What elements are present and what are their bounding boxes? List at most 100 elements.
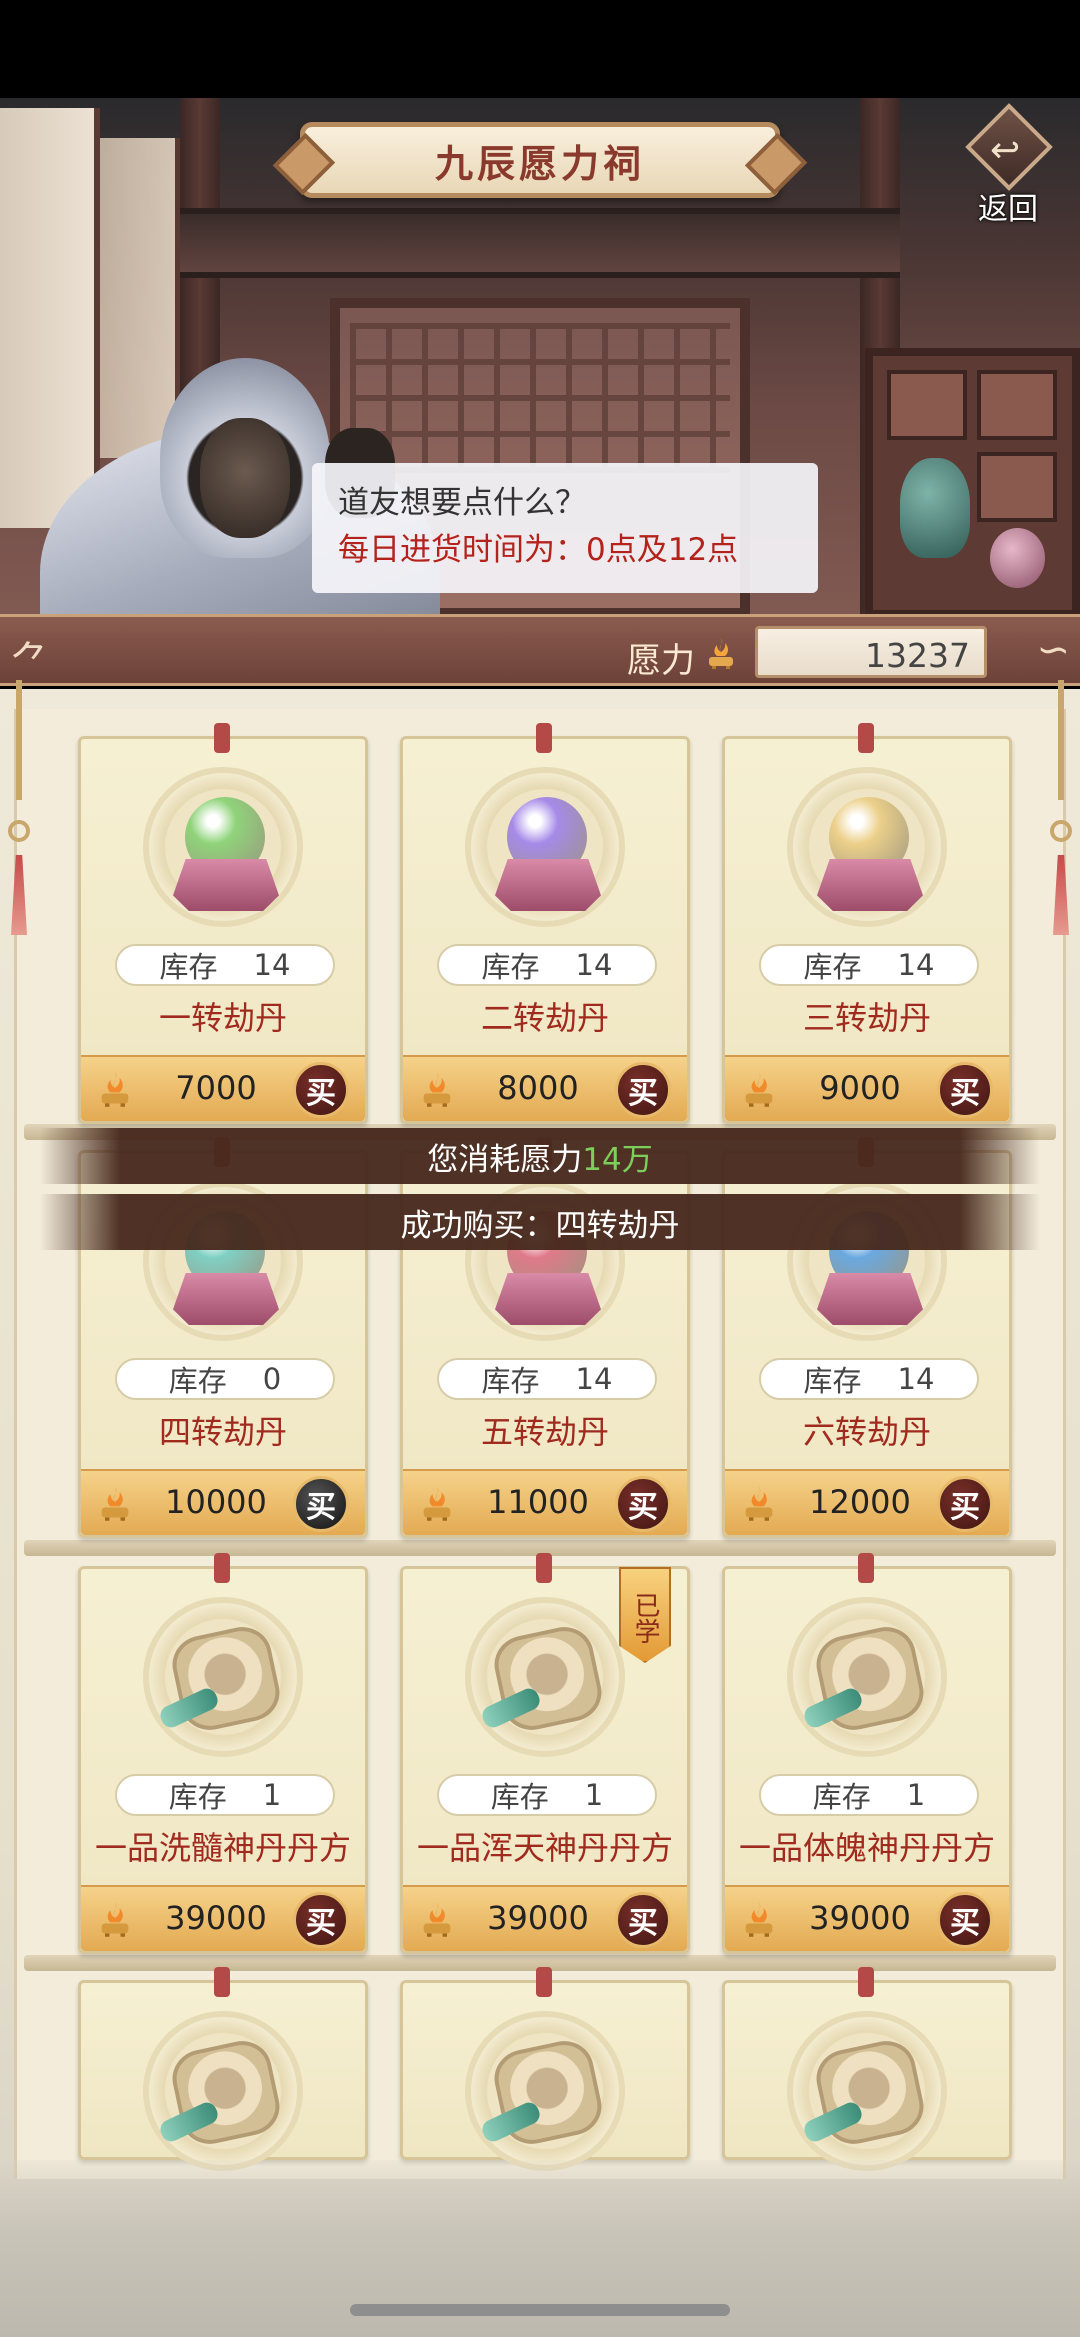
item-name: 六转劫丹 <box>802 1413 931 1451</box>
back-button[interactable]: ↩ 返回 <box>960 103 1070 227</box>
item-price: 39000 <box>165 1899 267 1937</box>
stock-label: 库存 <box>168 1364 227 1398</box>
orb-stand-icon <box>495 1273 601 1325</box>
orb-stand-icon <box>817 859 923 911</box>
card-pin <box>858 723 874 753</box>
buy-button[interactable]: 买 <box>937 1476 993 1532</box>
incense-burner-icon <box>101 1902 129 1937</box>
consume-amount: 14万 <box>582 1141 653 1178</box>
display-shelf <box>865 348 1080 618</box>
buy-button[interactable]: 买 <box>615 1062 671 1118</box>
item-card-partial[interactable] <box>78 1967 368 2171</box>
item-price: 39000 <box>809 1899 911 1937</box>
item-card[interactable]: 库存 1 一品洗髓神丹丹方 39000 买 <box>78 1553 368 1954</box>
stock-count: 1 <box>906 1778 926 1812</box>
title-banner: 九辰愿力祠 <box>300 122 780 198</box>
cloud-ornament-icon: ∽ <box>1036 627 1070 673</box>
item-name: 二转劫丹 <box>480 999 609 1037</box>
purchase-toast: 成功购买：四转劫丹 <box>40 1194 1040 1250</box>
back-arrow-icon: ↩ <box>990 130 1021 171</box>
buy-button[interactable]: 买 <box>937 1062 993 1118</box>
incense-burner-icon <box>709 638 733 669</box>
item-price: 39000 <box>487 1899 589 1937</box>
item-price: 12000 <box>809 1483 911 1521</box>
orb-stand-icon <box>173 859 279 911</box>
purchase-text: 成功购买：四转劫丹 <box>400 1207 680 1244</box>
stock-pill: 库存 14 <box>759 1358 979 1400</box>
price-bar: 7000 买 <box>81 1055 365 1121</box>
item-name: 一品浑天神丹丹方 <box>416 1829 673 1867</box>
card-pin <box>536 723 552 753</box>
dialog-restock-time: 每日进货时间为：0点及12点 <box>338 532 739 568</box>
buy-button[interactable]: 买 <box>615 1892 671 1948</box>
page-title: 九辰愿力祠 <box>434 141 645 186</box>
buy-button[interactable]: 买 <box>293 1892 349 1948</box>
stock-pill: 库存 1 <box>437 1774 657 1816</box>
buy-button[interactable]: 买 <box>615 1476 671 1532</box>
item-name: 一品体魄神丹丹方 <box>738 1829 995 1867</box>
incense-burner-icon <box>423 1486 451 1521</box>
incense-burner-icon <box>101 1486 129 1521</box>
shop-screen: 九辰愿力祠 ↩ 返回 道友想要点什么？ 每日进货时间为：0点及12点 ⺈ 愿力 … <box>0 0 1080 2337</box>
buy-button[interactable]: 买 <box>293 1476 349 1532</box>
stock-pill: 库存 14 <box>437 1358 657 1400</box>
vase-icon <box>990 528 1045 588</box>
stock-pill: 库存 14 <box>115 944 335 986</box>
orb-stand-icon <box>173 1273 279 1325</box>
consume-text: 您消耗愿力 <box>427 1141 583 1178</box>
card-pin <box>536 1553 552 1583</box>
item-card-partial[interactable] <box>722 1967 1012 2171</box>
vase-icon <box>900 458 970 558</box>
back-label: 返回 <box>978 192 1038 227</box>
item-card[interactable]: 库存 14 三转劫丹 9000 买 <box>722 723 1012 1124</box>
item-price: 10000 <box>165 1483 267 1521</box>
npc-dialog: 道友想要点什么？ 每日进货时间为：0点及12点 <box>312 463 818 593</box>
stock-count: 1 <box>584 1778 604 1812</box>
item-card[interactable]: 库存 14 二转劫丹 8000 买 <box>400 723 690 1124</box>
dialog-greeting: 道友想要点什么？ <box>338 485 586 521</box>
item-price: 8000 <box>497 1069 579 1107</box>
price-bar: 39000 买 <box>403 1885 687 1951</box>
card-pin <box>214 723 230 753</box>
stock-pill: 库存 0 <box>115 1358 335 1400</box>
incense-burner-icon <box>745 1486 773 1521</box>
stock-count: 14 <box>575 948 613 982</box>
item-card-partial[interactable] <box>400 1967 690 2171</box>
price-bar: 8000 买 <box>403 1055 687 1121</box>
incense-burner-icon <box>745 1902 773 1937</box>
stock-label: 库存 <box>803 950 862 984</box>
home-indicator[interactable] <box>350 2304 730 2316</box>
orb-stand-icon <box>495 859 601 911</box>
item-name: 三转劫丹 <box>802 999 931 1037</box>
price-bar: 39000 买 <box>725 1885 1009 1951</box>
stock-label: 库存 <box>481 950 540 984</box>
orb-stand-icon <box>817 1273 923 1325</box>
item-name: 四转劫丹 <box>158 1413 287 1451</box>
buy-button[interactable]: 买 <box>937 1892 993 1948</box>
stock-pill: 库存 1 <box>759 1774 979 1816</box>
price-bar: 39000 买 <box>81 1885 365 1951</box>
card-pin <box>858 1553 874 1583</box>
item-name: 一品洗髓神丹丹方 <box>94 1829 351 1867</box>
stock-count: 1 <box>262 1778 282 1812</box>
incense-burner-icon <box>423 1072 451 1107</box>
item-card[interactable]: 库存 1 一品体魄神丹丹方 39000 买 <box>722 1553 1012 1954</box>
currency-value: 13237 <box>755 626 987 678</box>
incense-burner-icon <box>423 1902 451 1937</box>
stock-count: 14 <box>897 1362 935 1396</box>
buy-button[interactable]: 买 <box>293 1062 349 1118</box>
stock-count: 14 <box>897 948 935 982</box>
item-name: 一转劫丹 <box>158 999 287 1037</box>
crane-icon: ⺈ <box>10 639 50 685</box>
price-bar: 12000 买 <box>725 1469 1009 1535</box>
item-price: 11000 <box>487 1483 589 1521</box>
incense-burner-icon <box>101 1072 129 1107</box>
stock-label: 库存 <box>159 950 218 984</box>
item-card[interactable]: 库存 14 一转劫丹 7000 买 <box>78 723 368 1124</box>
item-card[interactable]: 已学 库存 1 一品浑天神丹丹方 39000 买 <box>400 1553 690 1954</box>
status-bar <box>0 0 1080 98</box>
learned-tag: 已学 <box>619 1567 671 1663</box>
currency-label: 愿力 <box>627 641 695 681</box>
consume-toast: 您消耗愿力 14万 <box>40 1128 1040 1184</box>
card-pin <box>214 1553 230 1583</box>
